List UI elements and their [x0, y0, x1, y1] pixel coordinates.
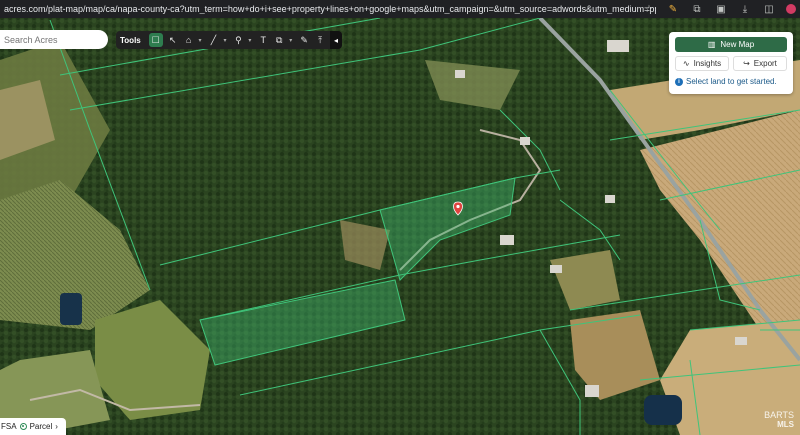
pin-icon[interactable]: ⚲ [232, 33, 244, 47]
chart-line-icon: ∿ [682, 59, 690, 68]
split-screen-icon[interactable]: ◫ [762, 2, 776, 16]
chevron-down-icon[interactable]: ▾ [199, 37, 204, 44]
area-icon[interactable]: ⌂ [183, 33, 195, 47]
chevron-down-icon[interactable]: ▾ [289, 37, 294, 44]
map-icon: ▥ [707, 40, 716, 49]
chevron-down-icon[interactable]: ▾ [248, 37, 253, 44]
tools-toolbar: Tools ☐ ↖ ⌂ ▾ ╱ ▾ ⚲ ▾ T ⧉ ▾ ✎ ⤒ ◂ [116, 31, 342, 49]
new-map-button[interactable]: ▥ New Map [675, 37, 787, 52]
line-icon[interactable]: ╱ [208, 33, 220, 47]
export-label: Export [753, 59, 777, 68]
parcel-radio-icon[interactable] [19, 423, 27, 430]
pointer-plus-icon[interactable]: ↖ [167, 33, 179, 47]
export-button[interactable]: ↪ Export [733, 56, 787, 71]
pond-right [644, 395, 682, 425]
insights-label: Insights [693, 59, 722, 68]
measure-icon[interactable]: ✎ [298, 33, 310, 47]
pencil-extension-icon[interactable]: ✎ [666, 2, 680, 16]
watermark-line2: MLS [777, 420, 794, 429]
pond-left [60, 293, 82, 325]
download-icon[interactable]: ⤓ [738, 2, 752, 16]
legend-fsa[interactable]: FSA [1, 422, 17, 431]
watermark-line1: BARTS [764, 410, 794, 420]
map-actions-panel: ▥ New Map ∿ Insights ↪ Export i Select l… [669, 32, 793, 94]
new-map-label: New Map [720, 40, 755, 49]
select-land-hint: i Select land to get started. [675, 77, 777, 86]
layer-legend[interactable]: FSA Parcel › [0, 418, 66, 435]
puzzle-extension-icon[interactable]: ⧉ [690, 2, 704, 16]
collapse-toolbar-button[interactable]: ◂ [330, 31, 342, 49]
upload-icon[interactable]: ⤒ [314, 33, 326, 47]
star-icon[interactable]: ☆ [642, 2, 656, 16]
chevron-down-icon[interactable]: ▾ [223, 37, 228, 44]
insights-button[interactable]: ∿ Insights [675, 56, 729, 71]
hint-text: Select land to get started. [686, 77, 777, 86]
media-icon[interactable]: ▣ [714, 2, 728, 16]
shape-icon[interactable]: ⧉ [273, 33, 285, 47]
profile-avatar[interactable] [786, 4, 796, 14]
browser-icons: ☆ ✎ ⧉ ▣ ⤓ ◫ [642, 2, 796, 16]
address-bar[interactable]: acres.com/plat-map/map/ca/napa-county-ca… [0, 4, 656, 14]
legend-parcel[interactable]: Parcel [30, 422, 53, 431]
panel-actions-row: ∿ Insights ↪ Export [675, 56, 787, 71]
mls-watermark: BARTS MLS [764, 410, 794, 430]
tools-label: Tools [120, 35, 141, 45]
share-arrow-icon: ↪ [743, 59, 750, 68]
text-icon[interactable]: T [257, 33, 269, 47]
search-input[interactable] [0, 30, 108, 49]
chevron-right-icon[interactable]: › [55, 422, 58, 431]
info-icon: i [675, 77, 683, 86]
select-icon[interactable]: ☐ [148, 33, 163, 47]
browser-toolbar: acres.com/plat-map/map/ca/napa-county-ca… [0, 0, 800, 18]
